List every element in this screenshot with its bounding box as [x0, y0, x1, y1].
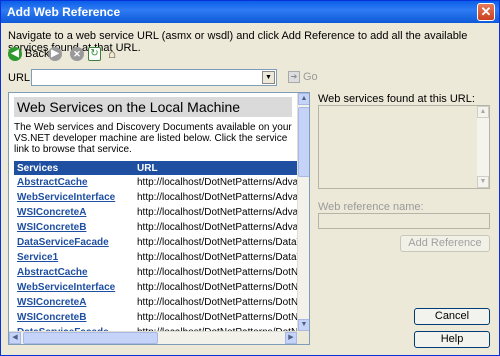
services-table: Services URL AbstractCache http://localho… — [14, 161, 297, 331]
service-url: http://localhost/DotNetPatterns/DotNetPa… — [134, 310, 297, 326]
forward-button[interactable]: ▶ — [48, 46, 62, 62]
services-table-body: AbstractCache http://localhost/DotNetPatt… — [14, 175, 297, 331]
stop-button[interactable]: ✕ — [70, 46, 84, 62]
scroll-left-arrow-icon[interactable]: ◀ — [9, 332, 21, 344]
service-link[interactable]: Service1 — [14, 250, 134, 266]
service-link[interactable]: DataServiceFacade — [14, 235, 134, 251]
service-url: http://localhost/DotNetPatterns/Advanced… — [134, 190, 297, 206]
table-row: WSIConcreteB http://localhost/DotNetPatte… — [14, 220, 297, 236]
add-web-reference-dialog: Add Web Reference ✕ Navigate to a web se… — [0, 0, 500, 356]
service-url: http://localhost/DotNetPatterns/Advanced… — [134, 220, 297, 236]
forward-arrow-icon: ▶ — [48, 47, 62, 61]
service-link[interactable]: WSIConcreteB — [14, 220, 134, 236]
web-reference-name-field[interactable] — [318, 213, 490, 229]
table-row: AbstractCache http://localhost/DotNetPatt… — [14, 265, 297, 281]
service-link[interactable]: WebServiceInterface — [14, 280, 134, 296]
window-title: Add Web Reference — [7, 5, 121, 19]
table-row: WSIConcreteA http://localhost/DotNetPatte… — [14, 295, 297, 311]
table-row: WebServiceInterface http://localhost/DotN… — [14, 190, 297, 206]
browser-horizontal-scrollbar[interactable]: ◀ ▶ — [9, 331, 297, 344]
table-row: Service1 http://localhost/DotNetPatterns/… — [14, 250, 297, 266]
service-link[interactable]: AbstractCache — [14, 175, 134, 191]
scroll-right-arrow-icon[interactable]: ▶ — [285, 332, 297, 344]
home-icon: ⌂ — [108, 46, 116, 61]
stop-icon: ✕ — [70, 47, 84, 61]
service-link[interactable]: WebServiceInterface — [14, 190, 134, 206]
back-arrow-icon: ◀ — [8, 47, 22, 61]
go-label: Go — [303, 71, 318, 83]
service-link[interactable]: AbstractCache — [14, 265, 134, 281]
browser-pane: Web Services on the Local Machine The We… — [8, 92, 310, 345]
refresh-icon: ↻ — [88, 47, 101, 61]
service-url: http://localhost/DotNetPatterns/DotNetPa… — [134, 265, 297, 281]
help-button[interactable]: Help — [414, 331, 490, 348]
scroll-up-arrow-icon[interactable]: ▲ — [298, 93, 309, 105]
browser-heading: Web Services on the Local Machine — [14, 97, 292, 117]
browser-vertical-scrollbar[interactable]: ▲ ▼ — [297, 93, 309, 331]
url-label: URL: — [8, 72, 34, 84]
scroll-down-arrow-icon[interactable]: ▼ — [298, 319, 309, 331]
services-found-list[interactable]: ▲ ▼ — [318, 105, 490, 189]
home-button[interactable]: ⌂ — [105, 46, 119, 62]
table-row: WebServiceInterface http://localhost/DotN… — [14, 280, 297, 296]
add-reference-button[interactable]: Add Reference — [400, 235, 490, 252]
service-url: http://localhost/DotNetPatterns/DataTier… — [134, 250, 297, 266]
close-button[interactable]: ✕ — [477, 3, 495, 21]
title-bar[interactable]: Add Web Reference ✕ — [1, 1, 499, 23]
go-button[interactable]: ➔ Go — [288, 71, 318, 83]
table-header-row: Services URL — [14, 161, 297, 175]
service-url: http://localhost/DotNetPatterns/DotNetPa… — [134, 295, 297, 311]
vertical-scroll-thumb[interactable] — [298, 107, 309, 177]
service-url: http://localhost/DotNetPatterns/DataTier… — [134, 235, 297, 251]
back-button[interactable]: ◀ Back — [8, 46, 49, 62]
scroll-down-arrow-icon[interactable]: ▼ — [477, 176, 489, 188]
services-found-label: Web services found at this URL: — [318, 93, 475, 105]
service-url: http://localhost/DotNetPatterns/Advanced… — [134, 175, 297, 191]
column-header-url: URL — [134, 161, 297, 175]
service-link[interactable]: WSIConcreteA — [14, 295, 134, 311]
services-found-scrollbar[interactable]: ▲ ▼ — [477, 106, 489, 188]
chevron-down-icon[interactable]: ▼ — [262, 71, 275, 84]
url-input[interactable]: ▼ — [31, 69, 277, 86]
service-link[interactable]: WSIConcreteA — [14, 205, 134, 221]
service-url: http://localhost/DotNetPatterns/DotNetPa… — [134, 280, 297, 296]
table-row: WSIConcreteB http://localhost/DotNetPatte… — [14, 310, 297, 326]
browser-content: Web Services on the Local Machine The We… — [9, 93, 297, 331]
scroll-up-arrow-icon[interactable]: ▲ — [477, 106, 489, 118]
service-url: http://localhost/DotNetPatterns/Advanced… — [134, 205, 297, 221]
scrollbar-corner — [297, 331, 309, 344]
table-row: WSIConcreteA http://localhost/DotNetPatte… — [14, 205, 297, 221]
go-arrow-icon: ➔ — [288, 71, 300, 83]
back-label: Back — [25, 48, 50, 60]
browser-description: The Web services and Discovery Documents… — [14, 122, 292, 155]
table-row: AbstractCache http://localhost/DotNetPatt… — [14, 175, 297, 191]
horizontal-scroll-thumb[interactable] — [23, 332, 158, 344]
cancel-button[interactable]: Cancel — [414, 308, 490, 325]
column-header-services: Services — [14, 161, 134, 175]
refresh-button[interactable]: ↻ — [88, 46, 101, 62]
service-link[interactable]: WSIConcreteB — [14, 310, 134, 326]
table-row: DataServiceFacadehttp://localhost/DotNet… — [14, 235, 297, 251]
web-reference-name-label: Web reference name: — [318, 201, 424, 213]
